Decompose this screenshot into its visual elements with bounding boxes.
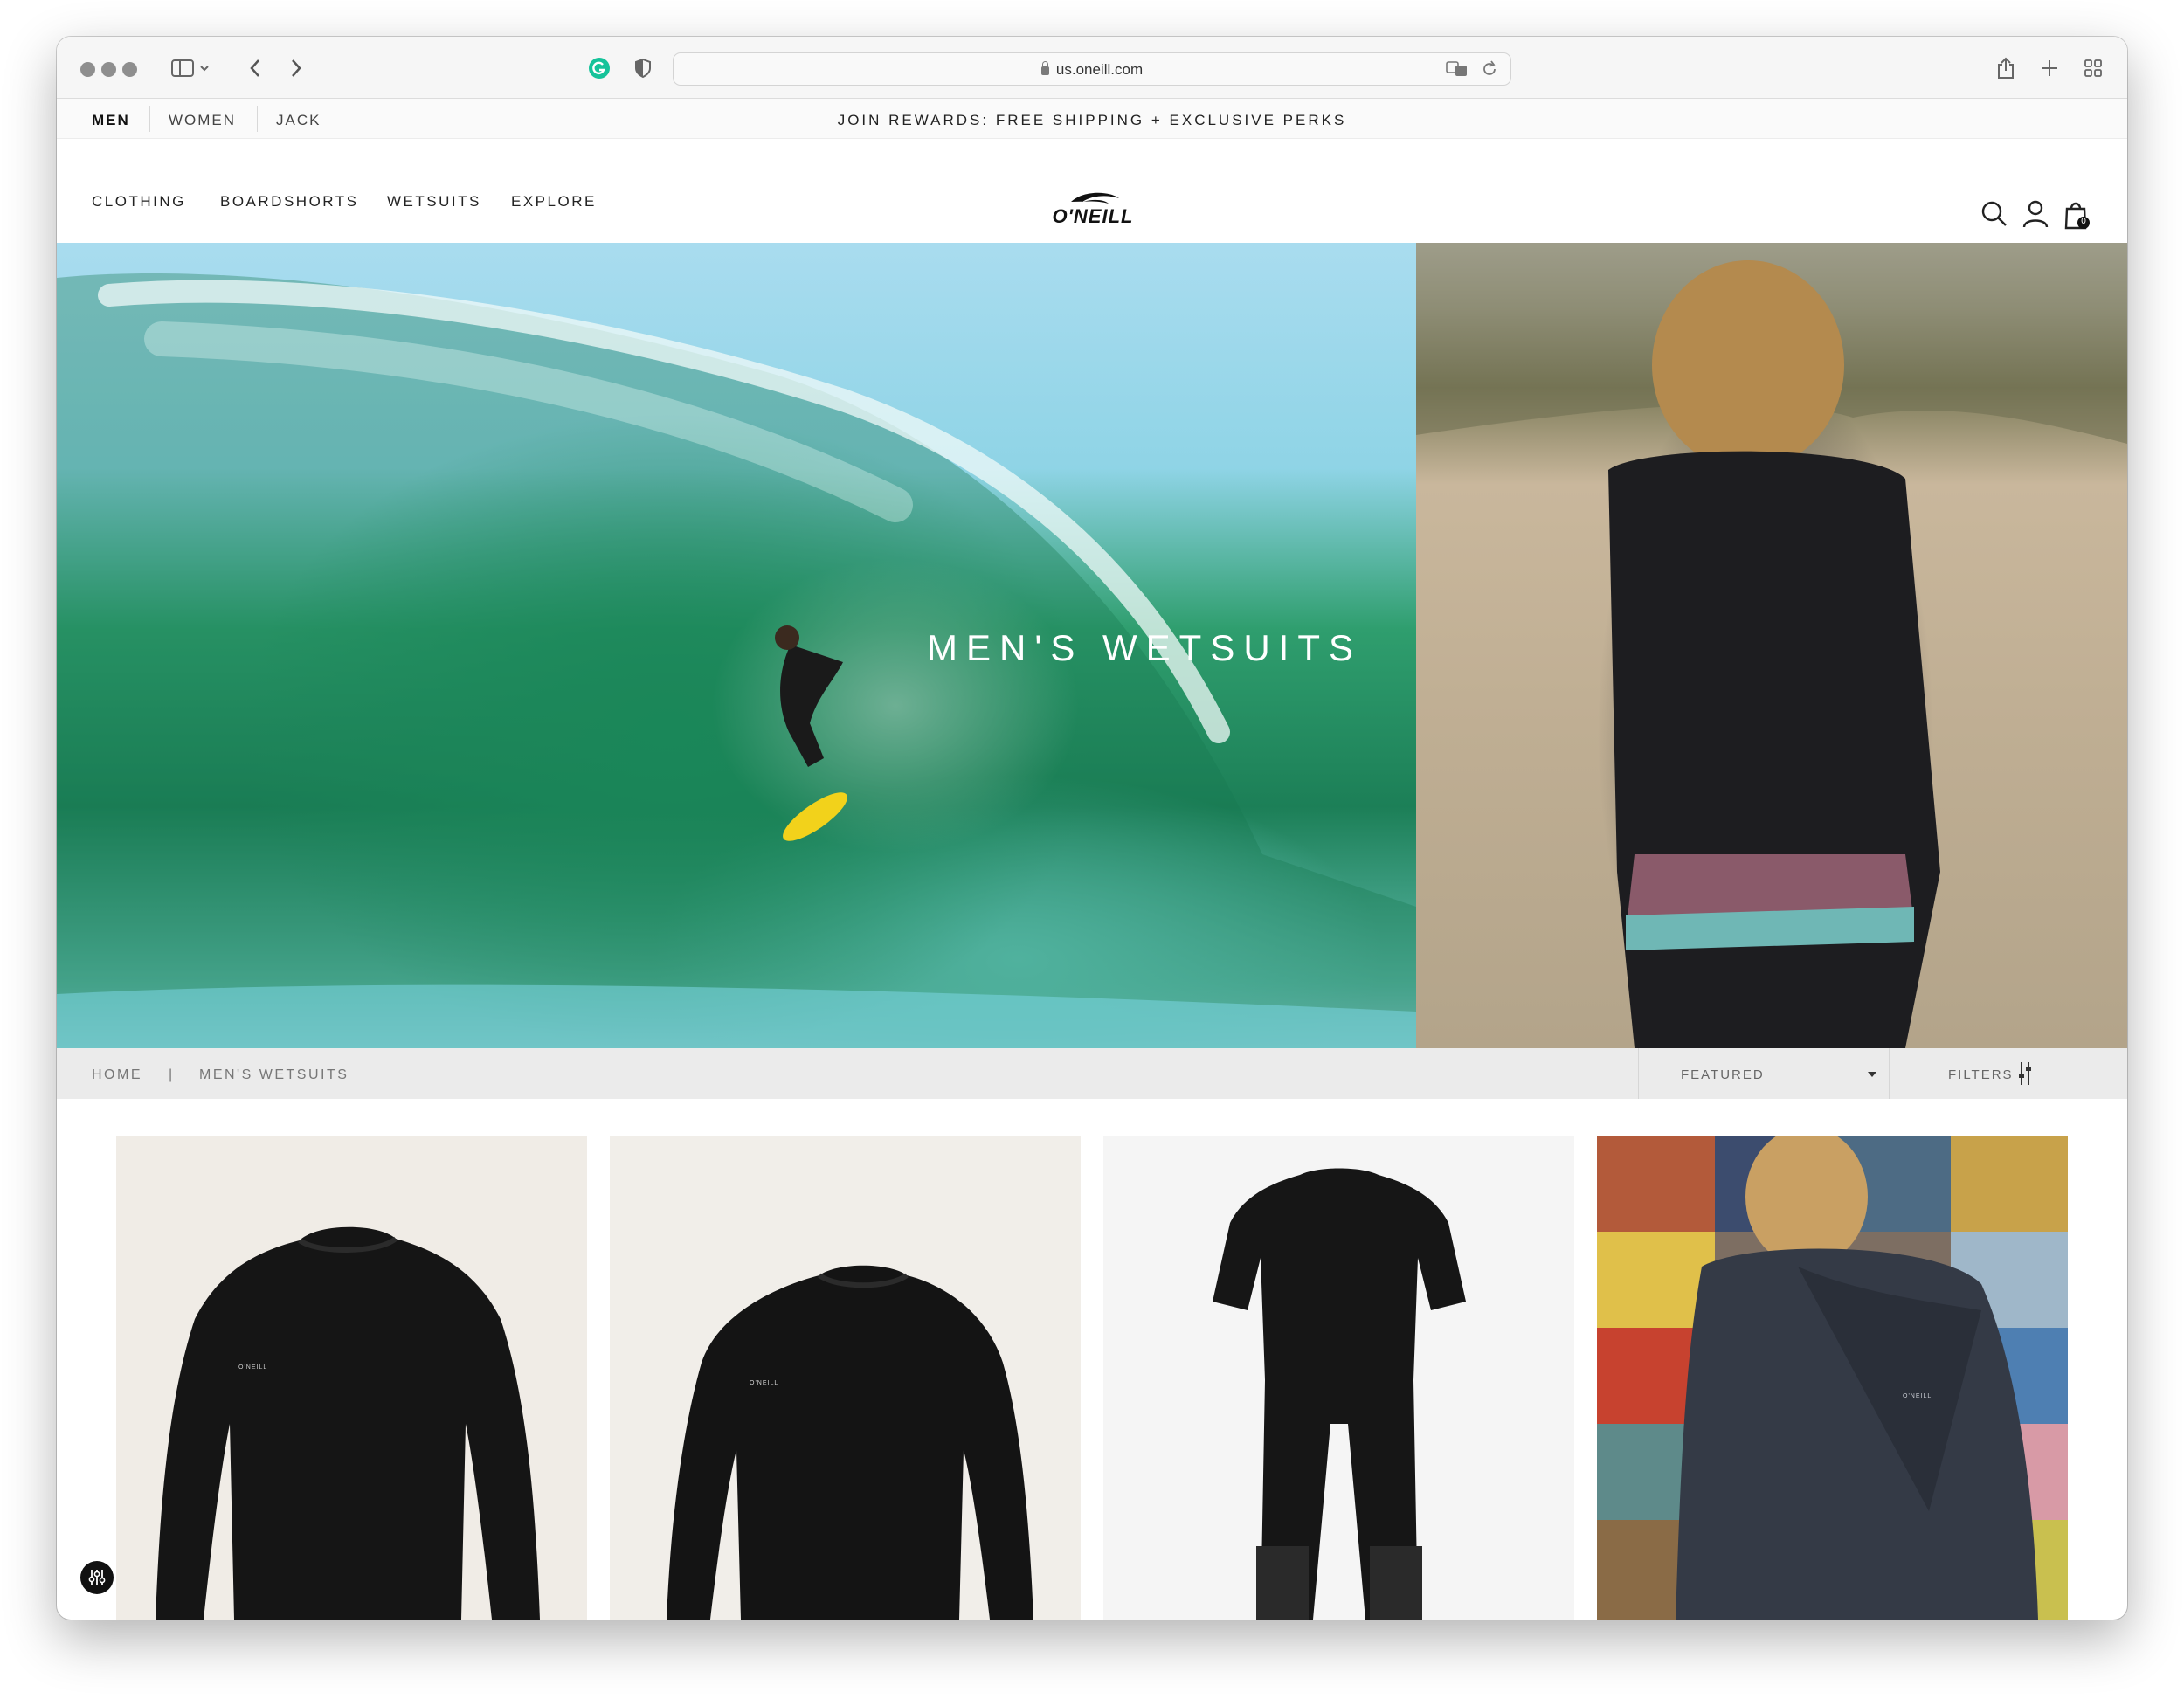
search-button[interactable] xyxy=(1980,200,2008,232)
user-icon xyxy=(2022,200,2049,228)
close-window-button[interactable] xyxy=(80,62,95,77)
tab-overview-button[interactable] xyxy=(2082,52,2105,84)
account-button[interactable] xyxy=(2022,200,2049,232)
privacy-shield-button[interactable] xyxy=(632,52,654,84)
product-card[interactable]: O'NEILL xyxy=(610,1136,1081,1620)
forward-button[interactable] xyxy=(286,52,307,84)
filters-toggle[interactable] xyxy=(2018,1060,2032,1091)
sliders-icon xyxy=(2019,1062,2031,1085)
product-card[interactable]: O'NEILL xyxy=(116,1136,587,1620)
search-icon xyxy=(1981,201,2007,226)
translate-button[interactable] xyxy=(1446,60,1469,82)
nav-item-boardshorts[interactable]: BOARDSHORTS xyxy=(220,193,359,211)
accessibility-icon xyxy=(88,1570,106,1585)
grammarly-icon xyxy=(589,58,610,79)
breadcrumb-bar: HOME | MEN'S WETSUITS FEATURED FILTERS xyxy=(57,1048,2127,1099)
main-navigation: CLOTHING BOARDSHORTS WETSUITS EXPLORE O'… xyxy=(57,139,2127,243)
site-topbar: MEN WOMEN JACK JOIN REWARDS: FREE SHIPPI… xyxy=(57,99,2127,139)
cart-button[interactable]: 0 xyxy=(2063,200,2090,234)
share-button[interactable] xyxy=(1994,52,2017,84)
nav-item-clothing[interactable]: CLOTHING xyxy=(92,193,186,211)
product-image-longsleeve-top xyxy=(156,1226,540,1620)
product-image-model-wetsuit xyxy=(1597,1136,2068,1620)
product-card[interactable]: O'NEILL xyxy=(1597,1136,2068,1620)
back-button[interactable] xyxy=(245,52,266,84)
browser-toolbar: us.oneill.com xyxy=(57,37,2127,99)
logo-wordmark: O'NEILL xyxy=(1052,205,1134,227)
sidebar-toggle-button[interactable] xyxy=(170,52,214,84)
address-bar[interactable]: us.oneill.com xyxy=(673,52,1511,86)
breadcrumb-current: MEN'S WETSUITS xyxy=(199,1067,349,1082)
minimize-window-button[interactable] xyxy=(101,62,116,77)
grammarly-extension-button[interactable] xyxy=(586,52,612,84)
chest-logo: O'NEILL xyxy=(238,1364,268,1371)
sidebar-icon xyxy=(171,59,209,77)
zoom-window-button[interactable] xyxy=(122,62,137,77)
sort-selected-value: FEATURED xyxy=(1681,1067,1765,1082)
nav-item-wetsuits[interactable]: WETSUITS xyxy=(387,193,481,211)
hero-banner: MEN'S WETSUITS xyxy=(57,243,2127,1048)
product-card[interactable] xyxy=(1103,1136,1574,1620)
new-tab-button[interactable] xyxy=(2038,52,2061,84)
nav-item-explore[interactable]: EXPLORE xyxy=(511,193,597,211)
url-value: us.oneill.com xyxy=(1055,61,1144,78)
product-image-longsleeve-top xyxy=(667,1265,1033,1620)
product-image-springsuit xyxy=(1213,1168,1466,1620)
breadcrumb-home-link[interactable]: HOME xyxy=(92,1067,142,1083)
share-icon xyxy=(1998,57,2014,79)
chest-logo: O'NEILL xyxy=(750,1380,779,1386)
accessibility-widget-button[interactable] xyxy=(80,1561,114,1594)
breadcrumb-separator: | xyxy=(169,1067,175,1082)
url-text: us.oneill.com xyxy=(674,61,1510,79)
lock-icon xyxy=(1040,61,1049,75)
reload-icon xyxy=(1483,60,1496,75)
grid-icon xyxy=(2084,59,2102,77)
translate-icon xyxy=(1446,61,1467,76)
shield-icon xyxy=(635,58,651,79)
cart-count-badge: 0 xyxy=(2081,217,2086,226)
chevron-left-icon xyxy=(250,59,259,77)
sort-dropdown[interactable]: FEATURED xyxy=(1638,1048,1890,1099)
chevron-right-icon xyxy=(292,59,301,77)
caret-down-icon xyxy=(1868,1072,1876,1077)
filters-button[interactable]: FILTERS xyxy=(1948,1067,2014,1082)
plus-icon xyxy=(2042,60,2057,76)
oneill-logo[interactable]: O'NEILL xyxy=(1032,190,1154,227)
browser-window: us.oneill.com MEN WOMEN JACK JOIN REWARD… xyxy=(57,37,2127,1620)
reload-button[interactable] xyxy=(1481,60,1498,82)
rewards-promo-link[interactable]: JOIN REWARDS: FREE SHIPPING + EXCLUSIVE … xyxy=(57,112,2127,129)
hero-title: MEN'S WETSUITS xyxy=(926,627,1363,668)
chest-logo: O'NEILL xyxy=(1903,1393,1932,1399)
